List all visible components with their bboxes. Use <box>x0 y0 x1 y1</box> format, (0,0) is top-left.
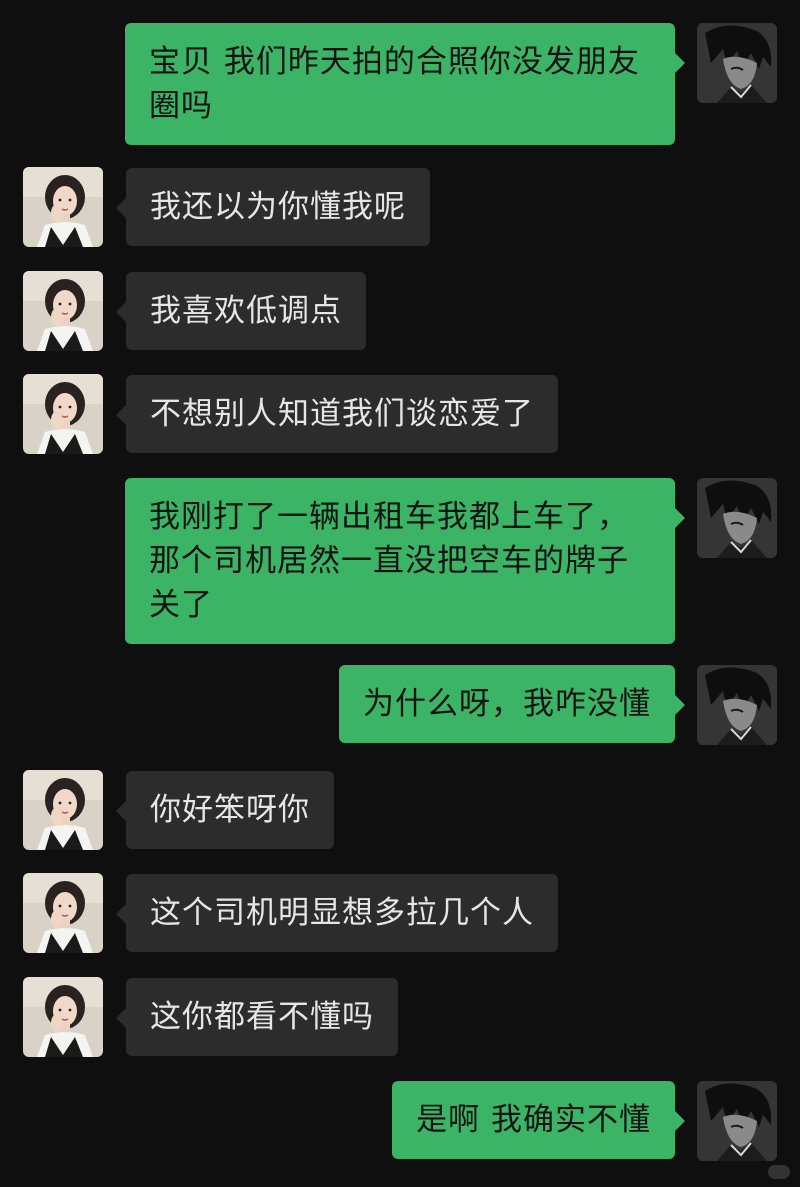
message-bubble-sent[interactable]: 宝贝 我们昨天拍的合照你没发朋友圈吗 <box>125 23 685 145</box>
girl-photo-avatar-icon <box>23 770 103 850</box>
girl-photo-avatar-icon <box>23 374 103 454</box>
contact-avatar[interactable] <box>23 977 103 1057</box>
contact-avatar[interactable] <box>23 167 103 247</box>
self-avatar[interactable] <box>697 1081 777 1161</box>
girl-photo-avatar-icon <box>23 873 103 953</box>
girl-photo-avatar-icon <box>23 271 103 351</box>
message-bubble-sent[interactable]: 为什么呀，我咋没懂 <box>339 665 685 743</box>
contact-avatar[interactable] <box>23 374 103 454</box>
message-bubble-received[interactable]: 我喜欢低调点 <box>116 272 366 350</box>
watermark-badge <box>768 1165 790 1179</box>
message-bubble-received[interactable]: 这个司机明显想多拉几个人 <box>116 874 558 952</box>
self-avatar[interactable] <box>697 478 777 558</box>
self-avatar[interactable] <box>697 23 777 103</box>
message-bubble-received[interactable]: 这你都看不懂吗 <box>116 978 398 1056</box>
contact-avatar[interactable] <box>23 770 103 850</box>
message-bubble-received[interactable]: 不想别人知道我们谈恋爱了 <box>116 375 558 453</box>
message-bubble-received[interactable]: 你好笨呀你 <box>116 771 334 849</box>
message-bubble-received[interactable]: 我还以为你懂我呢 <box>116 168 430 246</box>
contact-avatar[interactable] <box>23 271 103 351</box>
contact-avatar[interactable] <box>23 873 103 953</box>
girl-photo-avatar-icon <box>23 977 103 1057</box>
message-bubble-sent[interactable]: 是啊 我确实不懂 <box>392 1081 685 1159</box>
girl-photo-avatar-icon <box>23 167 103 247</box>
anime-boy-avatar-icon <box>697 23 777 103</box>
anime-boy-avatar-icon <box>697 1081 777 1161</box>
anime-boy-avatar-icon <box>697 665 777 745</box>
anime-boy-avatar-icon <box>697 478 777 558</box>
message-bubble-sent[interactable]: 我刚打了一辆出租车我都上车了，那个司机居然一直没把空车的牌子关了 <box>125 478 685 644</box>
self-avatar[interactable] <box>697 665 777 745</box>
chat-area[interactable]: 宝贝 我们昨天拍的合照你没发朋友圈吗 我还以为你懂我呢 我喜欢低调点 不想别人知… <box>0 0 800 1187</box>
